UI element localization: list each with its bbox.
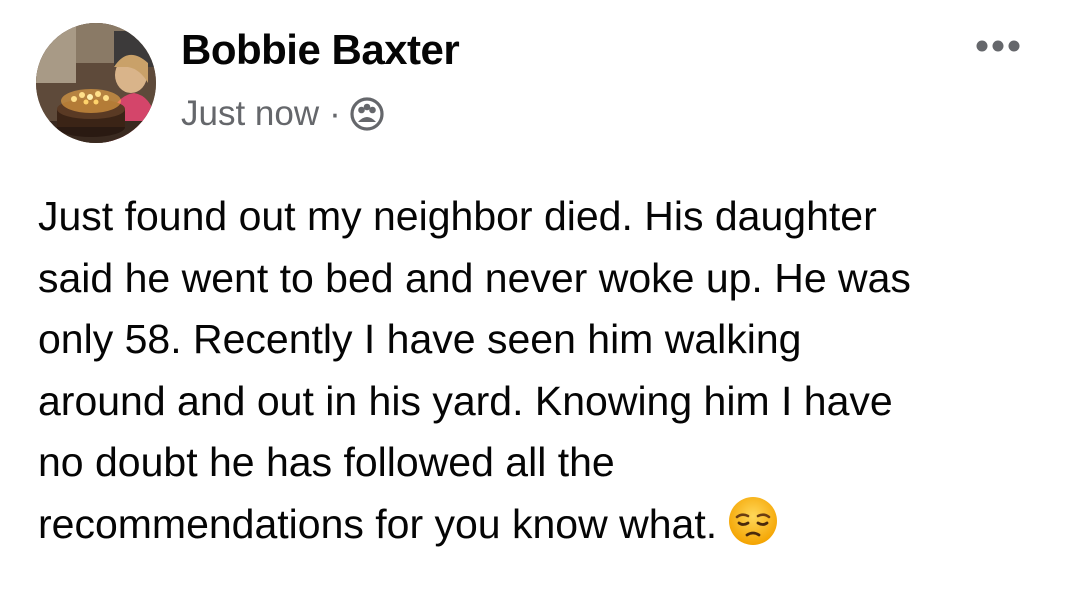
meta-separator: · — [329, 94, 341, 133]
post-body: Just found out my neighbor died. His dau… — [38, 186, 1058, 555]
post-line-3: only 58. Recently I have seen him walkin… — [38, 316, 802, 362]
author-name[interactable]: Bobbie Baxter — [181, 26, 460, 74]
post-line-1: Just found out my neighbor died. His dau… — [38, 193, 877, 239]
post-line-2: said he went to bed and never woke up. H… — [38, 254, 911, 301]
more-options-button[interactable] — [968, 28, 1028, 64]
more-options-icon — [976, 40, 1020, 52]
post-card: Bobbie Baxter Just now · Just found out … — [0, 0, 1080, 592]
post-line-5: no doubt he has followed all the — [38, 439, 615, 485]
post-meta: Just now · — [181, 90, 385, 138]
post-timestamp[interactable]: Just now — [181, 94, 319, 134]
friends-audience-icon[interactable] — [349, 96, 385, 132]
post-line-6: recommendations for you know what. — [38, 500, 718, 547]
pensive-face-emoji-icon — [727, 495, 779, 547]
birthday-cake-photo-icon — [36, 23, 156, 143]
post-line-4: around and out in his yard. Knowing him … — [38, 377, 893, 424]
author-avatar[interactable] — [36, 23, 156, 143]
